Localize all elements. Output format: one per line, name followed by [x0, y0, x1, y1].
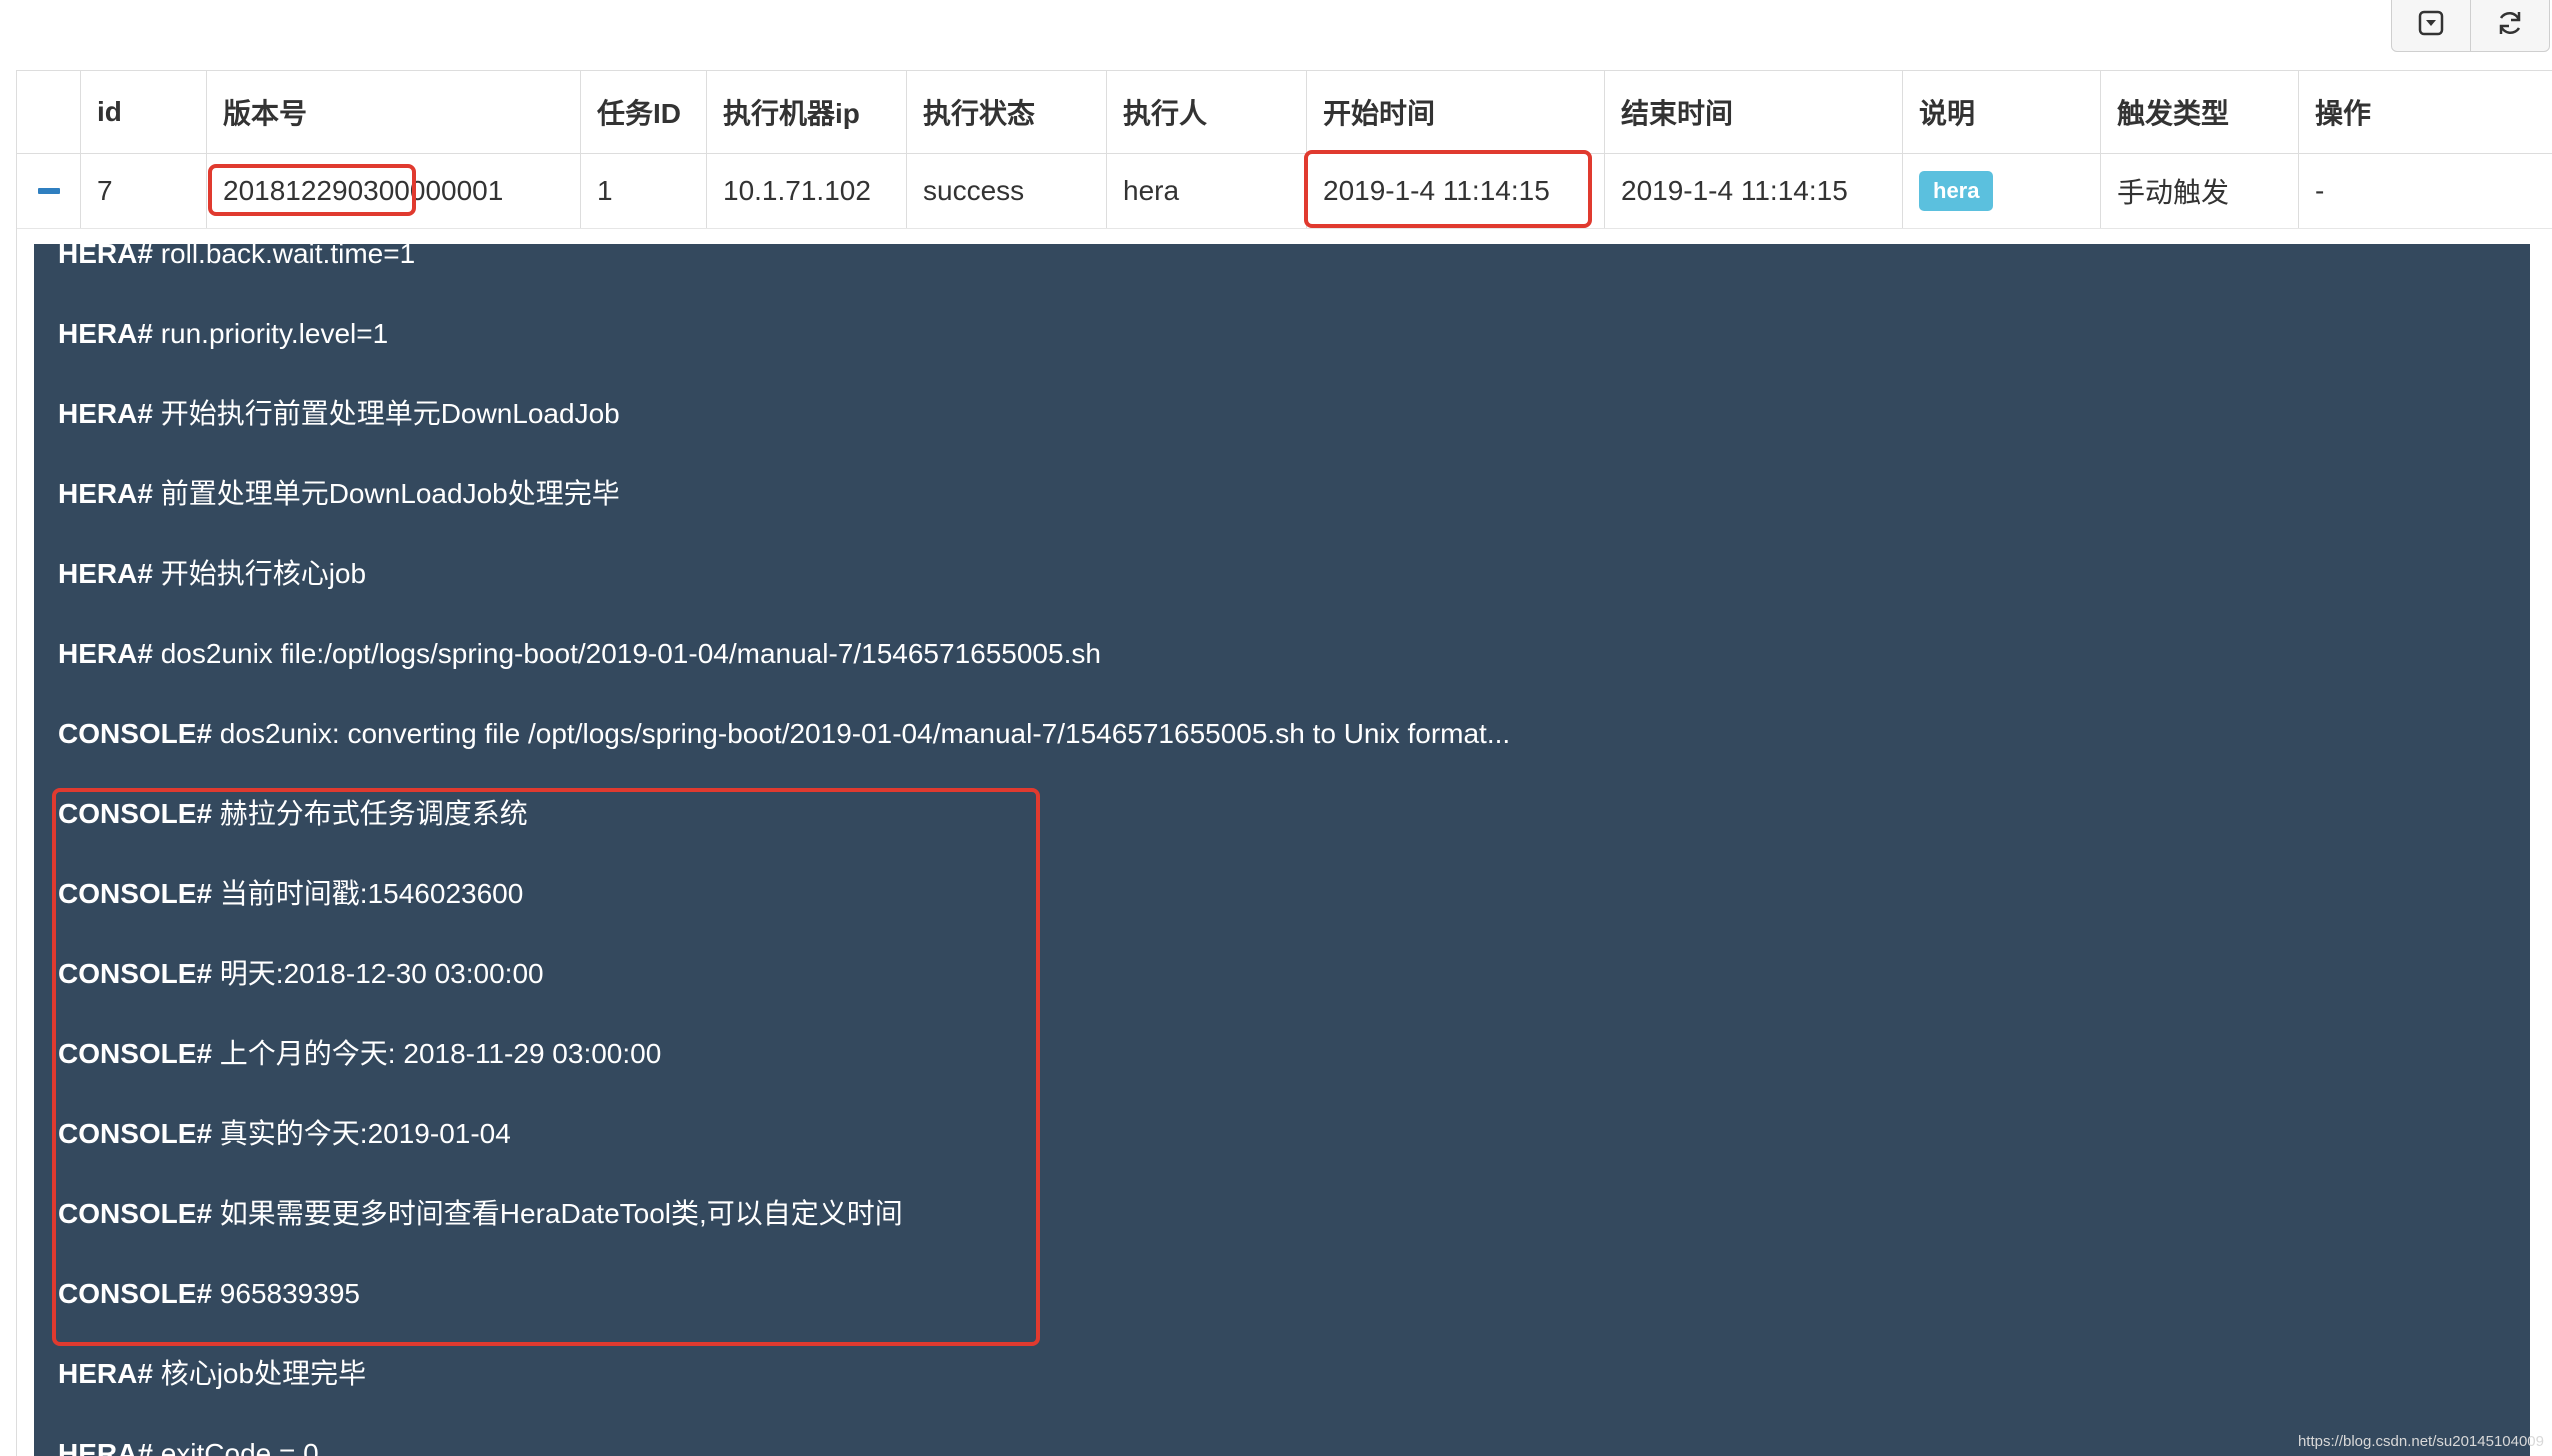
log-line: CONSOLE# 如果需要更多时间查看HeraDateTool类,可以自定义时间	[58, 1198, 903, 1229]
header-action: 操作	[2315, 98, 2372, 129]
cell-version: 201812290300000001	[207, 154, 581, 228]
table-toolbar	[2391, 0, 2550, 52]
header-task-id[interactable]: 任务ID	[581, 71, 707, 153]
log-line: HERA# dos2unix file:/opt/logs/spring-boo…	[58, 638, 1101, 669]
cell-trigger-type: 手动触发	[2101, 154, 2299, 228]
log-line: HERA# 开始执行核心job	[58, 558, 367, 589]
log-line: CONSOLE# 赫拉分布式任务调度系统	[58, 798, 528, 829]
log-line: HERA# 开始执行前置处理单元DownLoadJob	[58, 398, 620, 429]
log-line: HERA# roll.back.wait.time=1	[58, 244, 416, 269]
toggle-view-button[interactable]	[2392, 0, 2471, 51]
log-line: CONSOLE# dos2unix: converting file /opt/…	[58, 718, 1511, 749]
header-description[interactable]: 说明	[1903, 71, 2101, 153]
description-badge: hera	[1919, 171, 1994, 211]
header-version[interactable]: 版本号	[207, 71, 581, 153]
cell-id: 7	[81, 154, 207, 228]
toggle-view-icon	[2418, 10, 2444, 36]
header-expand	[17, 71, 81, 153]
job-log-panel[interactable]: HERA# roll.back.wait.time=1 HERA# run.pr…	[34, 244, 2530, 1456]
watermark: https://blog.csdn.net/su20145104009	[2297, 1433, 2544, 1450]
log-line: HERA# run.priority.level=1	[58, 318, 389, 349]
cell-description: hera	[1903, 154, 2101, 228]
log-line: HERA# exitCode = 0	[58, 1438, 319, 1456]
log-line: CONSOLE# 当前时间戳:1546023600	[58, 878, 524, 909]
log-line: HERA# 核心job处理完毕	[58, 1358, 367, 1389]
header-start-time[interactable]: 开始时间	[1307, 71, 1605, 153]
header-status[interactable]: 执行状态	[907, 71, 1107, 153]
collapse-row-icon[interactable]	[37, 188, 60, 194]
header-end-time[interactable]: 结束时间	[1605, 71, 1903, 153]
cell-task-id: 1	[581, 154, 707, 228]
header-machine-ip[interactable]: 执行机器ip	[707, 71, 907, 153]
cell-action: -	[2315, 175, 2325, 206]
job-history-page: id 版本号 任务ID 执行机器ip 执行状态 执行人 开始时间 结束时间 说明…	[0, 0, 2552, 1456]
refresh-button[interactable]	[2471, 0, 2549, 51]
header-trigger-type[interactable]: 触发类型	[2101, 71, 2299, 153]
cell-start-time: 2019-1-4 11:14:15	[1307, 154, 1605, 228]
refresh-icon	[2499, 11, 2521, 35]
header-id[interactable]: id	[81, 71, 207, 153]
row-expand-cell	[17, 154, 81, 228]
log-line: CONSOLE# 上个月的今天: 2018-11-29 03:00:00	[58, 1038, 662, 1069]
log-line: CONSOLE# 真实的今天:2019-01-04	[58, 1118, 511, 1149]
cell-end-time: 2019-1-4 11:14:15	[1605, 154, 1903, 228]
cell-status: success	[907, 154, 1107, 228]
log-line: HERA# 前置处理单元DownLoadJob处理完毕	[58, 478, 620, 509]
cell-executor: hera	[1107, 154, 1307, 228]
log-line: CONSOLE# 965839395	[58, 1278, 360, 1309]
log-line: CONSOLE# 明天:2018-12-30 03:00:00	[58, 958, 544, 989]
header-executor[interactable]: 执行人	[1107, 71, 1307, 153]
table-header: id 版本号 任务ID 执行机器ip 执行状态 执行人 开始时间 结束时间 说明…	[17, 71, 2552, 154]
table-row: 7 201812290300000001 1 10.1.71.102 succe…	[17, 154, 2552, 229]
cell-machine-ip: 10.1.71.102	[707, 154, 907, 228]
